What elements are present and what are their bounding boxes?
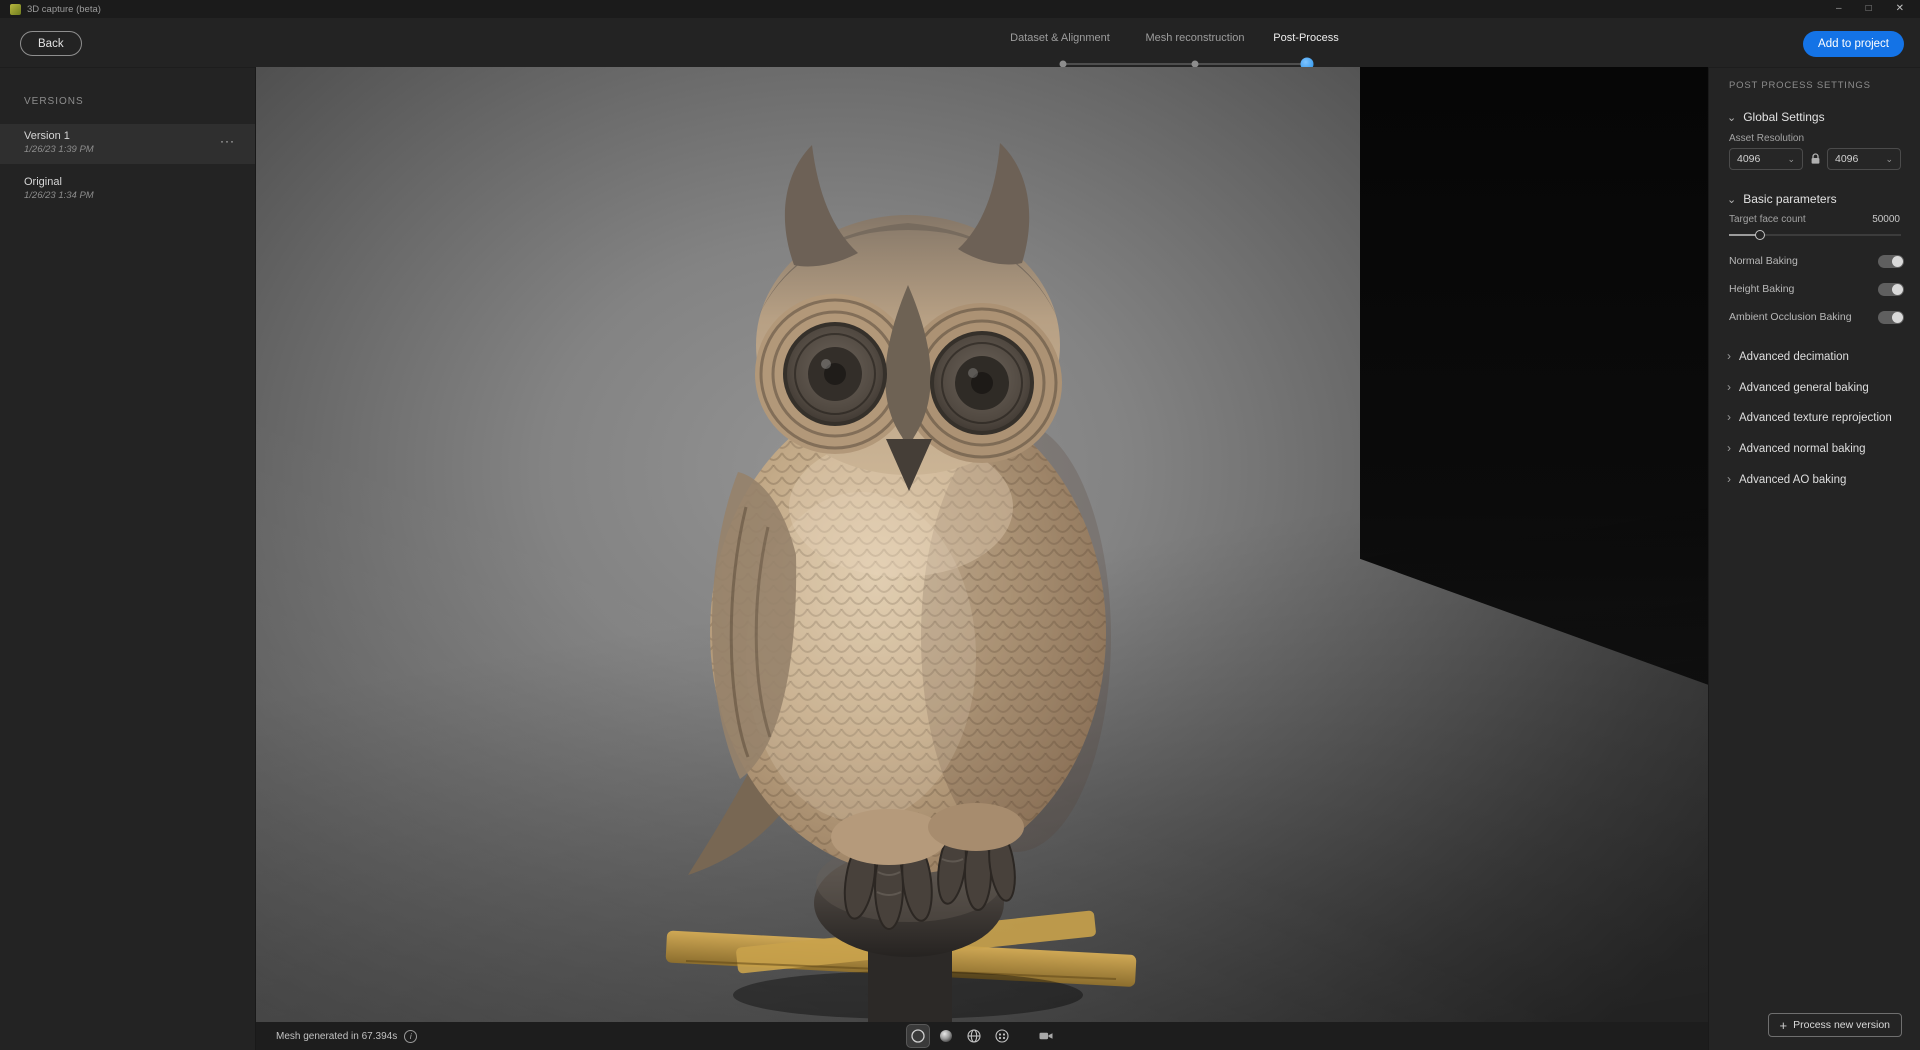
asset-resolution-row: 4096 ⌄ 4096 ⌄ xyxy=(1729,148,1901,170)
minimize-icon[interactable]: – xyxy=(1836,4,1842,14)
advanced-ao-baking-section[interactable]: › Advanced AO baking xyxy=(1727,472,1908,486)
version-menu-icon[interactable]: ··· xyxy=(220,134,235,148)
titlebar: 3D capture (beta) – □ ✕ xyxy=(0,0,1920,18)
height-baking-toggle[interactable] xyxy=(1878,283,1904,296)
chevron-right-icon: › xyxy=(1727,472,1731,486)
plus-icon: + xyxy=(1780,1019,1788,1032)
advanced-general-baking-section[interactable]: › Advanced general baking xyxy=(1727,380,1908,394)
ambient-occlusion-baking-toggle[interactable] xyxy=(1878,311,1904,324)
maximize-icon[interactable]: □ xyxy=(1866,4,1872,14)
chevron-down-icon: ⌄ xyxy=(1727,193,1736,206)
viewport-3d-canvas[interactable] xyxy=(256,67,1708,1022)
dropdown-caret-icon: ⌄ xyxy=(1787,155,1795,164)
version-date: 1/26/23 1:39 PM xyxy=(24,144,231,155)
versions-sidebar: VERSIONS Version 1 1/26/23 1:39 PM ··· O… xyxy=(0,67,256,1050)
target-face-count-slider[interactable] xyxy=(1729,230,1901,240)
advanced-decimation-section[interactable]: › Advanced decimation xyxy=(1727,349,1908,363)
chevron-right-icon: › xyxy=(1727,349,1731,363)
basic-parameters-label: Basic parameters xyxy=(1743,192,1836,206)
shaded-sphere-icon[interactable] xyxy=(935,1025,957,1047)
version-item-version-1[interactable]: Version 1 1/26/23 1:39 PM ··· xyxy=(0,124,255,164)
height-baking-label: Height Baking xyxy=(1729,283,1794,295)
global-settings-label: Global Settings xyxy=(1743,110,1824,124)
post-process-settings-panel: POST PROCESS SETTINGS ⌄ Global Settings … xyxy=(1708,67,1920,1050)
matcap-sphere-icon[interactable] xyxy=(907,1025,929,1047)
display-mode-bar xyxy=(907,1022,1057,1050)
versions-title: VERSIONS xyxy=(24,96,84,107)
app-icon xyxy=(10,4,21,15)
slider-knob[interactable] xyxy=(1755,230,1765,240)
process-new-version-label: Process new version xyxy=(1793,1019,1890,1031)
toggle-knob xyxy=(1892,312,1903,323)
normal-baking-label: Normal Baking xyxy=(1729,255,1798,267)
step-post-process[interactable]: Post-Process xyxy=(1273,32,1338,44)
wireframe-sphere-icon[interactable] xyxy=(963,1025,985,1047)
advanced-normal-baking-label: Advanced normal baking xyxy=(1739,443,1866,455)
stepper-line xyxy=(1063,63,1307,65)
ambient-occlusion-baking-label: Ambient Occlusion Baking xyxy=(1729,311,1852,323)
global-settings-header[interactable]: ⌄ Global Settings xyxy=(1727,110,1825,124)
dropdown-caret-icon: ⌄ xyxy=(1885,155,1893,164)
basic-parameters-header[interactable]: ⌄ Basic parameters xyxy=(1727,192,1837,206)
lock-aspect-button[interactable] xyxy=(1808,153,1822,165)
normal-baking-row: Normal Baking xyxy=(1729,254,1904,268)
chevron-right-icon: › xyxy=(1727,441,1731,455)
resolution-width-dropdown[interactable]: 4096 ⌄ xyxy=(1729,148,1803,170)
resolution-width-value: 4096 xyxy=(1737,153,1760,165)
mesh-status: Mesh generated in 67.394s i xyxy=(276,1022,417,1050)
advanced-normal-baking-section[interactable]: › Advanced normal baking xyxy=(1727,441,1908,455)
step-dataset-alignment[interactable]: Dataset & Alignment xyxy=(1010,32,1110,44)
resolution-height-value: 4096 xyxy=(1835,153,1858,165)
advanced-decimation-label: Advanced decimation xyxy=(1739,351,1849,363)
chevron-right-icon: › xyxy=(1727,380,1731,394)
height-baking-row: Height Baking xyxy=(1729,282,1904,296)
step-mesh-reconstruction[interactable]: Mesh reconstruction xyxy=(1145,32,1244,44)
toggle-knob xyxy=(1892,256,1903,267)
normal-baking-toggle[interactable] xyxy=(1878,255,1904,268)
advanced-texture-reprojection-label: Advanced texture reprojection xyxy=(1739,412,1892,424)
chevron-right-icon: › xyxy=(1727,410,1731,424)
process-new-version-button[interactable]: + Process new version xyxy=(1768,1013,1902,1037)
asset-resolution-label: Asset Resolution xyxy=(1729,133,1804,144)
toggle-knob xyxy=(1892,284,1903,295)
window-controls: – □ ✕ xyxy=(1836,4,1910,14)
advanced-texture-reprojection-section[interactable]: › Advanced texture reprojection xyxy=(1727,410,1908,424)
info-icon[interactable]: i xyxy=(404,1030,417,1043)
target-face-count-value: 50000 xyxy=(1872,214,1900,225)
version-name: Original xyxy=(24,176,231,188)
close-icon[interactable]: ✕ xyxy=(1896,4,1904,14)
version-item-original[interactable]: Original 1/26/23 1:34 PM xyxy=(0,170,255,210)
textured-sphere-icon[interactable] xyxy=(991,1025,1013,1047)
camera-icon[interactable] xyxy=(1035,1025,1057,1047)
settings-panel-title: POST PROCESS SETTINGS xyxy=(1729,80,1871,91)
back-button[interactable]: Back xyxy=(20,31,82,56)
version-date: 1/26/23 1:34 PM xyxy=(24,190,231,201)
window-title: 3D capture (beta) xyxy=(27,4,101,15)
ambient-occlusion-baking-row: Ambient Occlusion Baking xyxy=(1729,310,1904,324)
target-face-count-label: Target face count xyxy=(1729,214,1806,225)
version-name: Version 1 xyxy=(24,130,231,142)
owl-statue-model xyxy=(646,137,1166,1022)
viewport-bottom-bar: Mesh generated in 67.394s i xyxy=(256,1022,1708,1050)
titlebar-left: 3D capture (beta) xyxy=(10,4,101,15)
app-window: 3D capture (beta) – □ ✕ Back Dataset & A… xyxy=(0,0,1920,1050)
mesh-status-text: Mesh generated in 67.394s xyxy=(276,1031,397,1042)
chevron-down-icon: ⌄ xyxy=(1727,111,1736,124)
resolution-height-dropdown[interactable]: 4096 ⌄ xyxy=(1827,148,1901,170)
advanced-ao-baking-label: Advanced AO baking xyxy=(1739,474,1846,486)
advanced-general-baking-label: Advanced general baking xyxy=(1739,382,1869,394)
top-toolbar: Back Dataset & Alignment Mesh reconstruc… xyxy=(0,18,1920,67)
add-to-project-button[interactable]: Add to project xyxy=(1803,31,1904,57)
